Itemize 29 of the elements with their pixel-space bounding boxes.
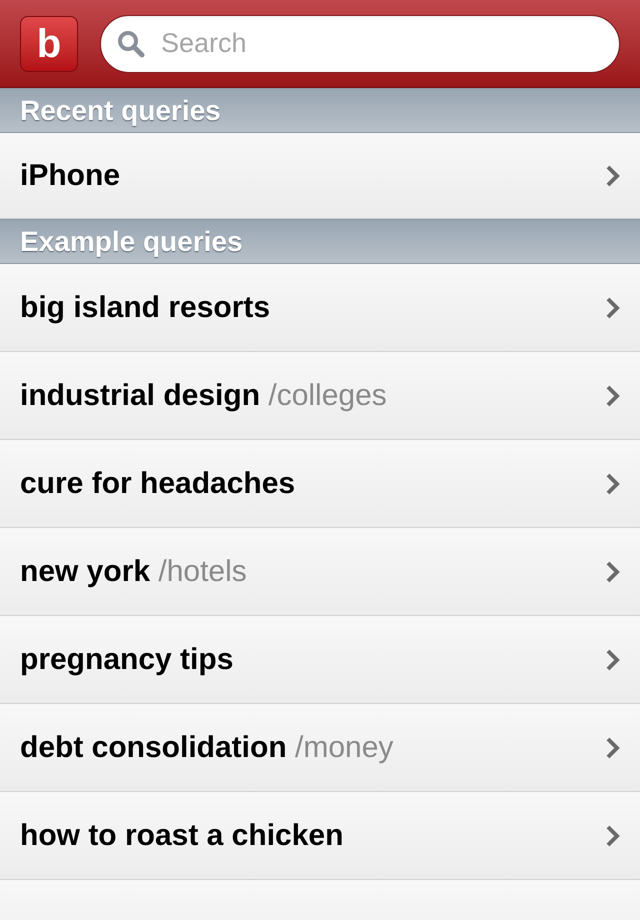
query-row[interactable]: industrial design /colleges [0,352,640,440]
chevron-icon [606,472,620,494]
query-text: iPhone [20,158,120,194]
query-row[interactable]: debt consolidation /money [0,704,640,792]
query-row[interactable]: how to roast a chicken [0,792,640,880]
query-row[interactable]: big island resorts [0,264,640,352]
query-row[interactable]: new york /hotels [0,528,640,616]
search-icon [117,30,145,58]
query-text: how to roast a chicken [20,818,344,854]
chevron-icon [606,296,620,318]
query-text: industrial design /colleges [20,378,387,414]
query-row[interactable]: pregnancy tips [0,616,640,704]
section-title: Recent queries [20,94,221,128]
query-text: cure for headaches [20,466,296,502]
chevron-icon [606,384,620,406]
section-title: Example queries [20,224,243,259]
query-text: debt consolidation /money [20,730,394,766]
chevron-icon [606,736,620,758]
chevron-icon [606,164,620,186]
chevron-icon [606,648,620,670]
query-text: pregnancy tips [20,642,234,678]
query-text: big island resorts [20,290,270,326]
app-logo[interactable]: b [20,16,78,72]
query-row[interactable]: iPhone [0,133,640,219]
chevron-icon [606,560,620,582]
chevron-icon [606,824,620,846]
query-text: new york /hotels [20,554,247,590]
query-row[interactable]: cure for headaches [0,440,640,528]
search-field[interactable]: Search [100,14,620,72]
